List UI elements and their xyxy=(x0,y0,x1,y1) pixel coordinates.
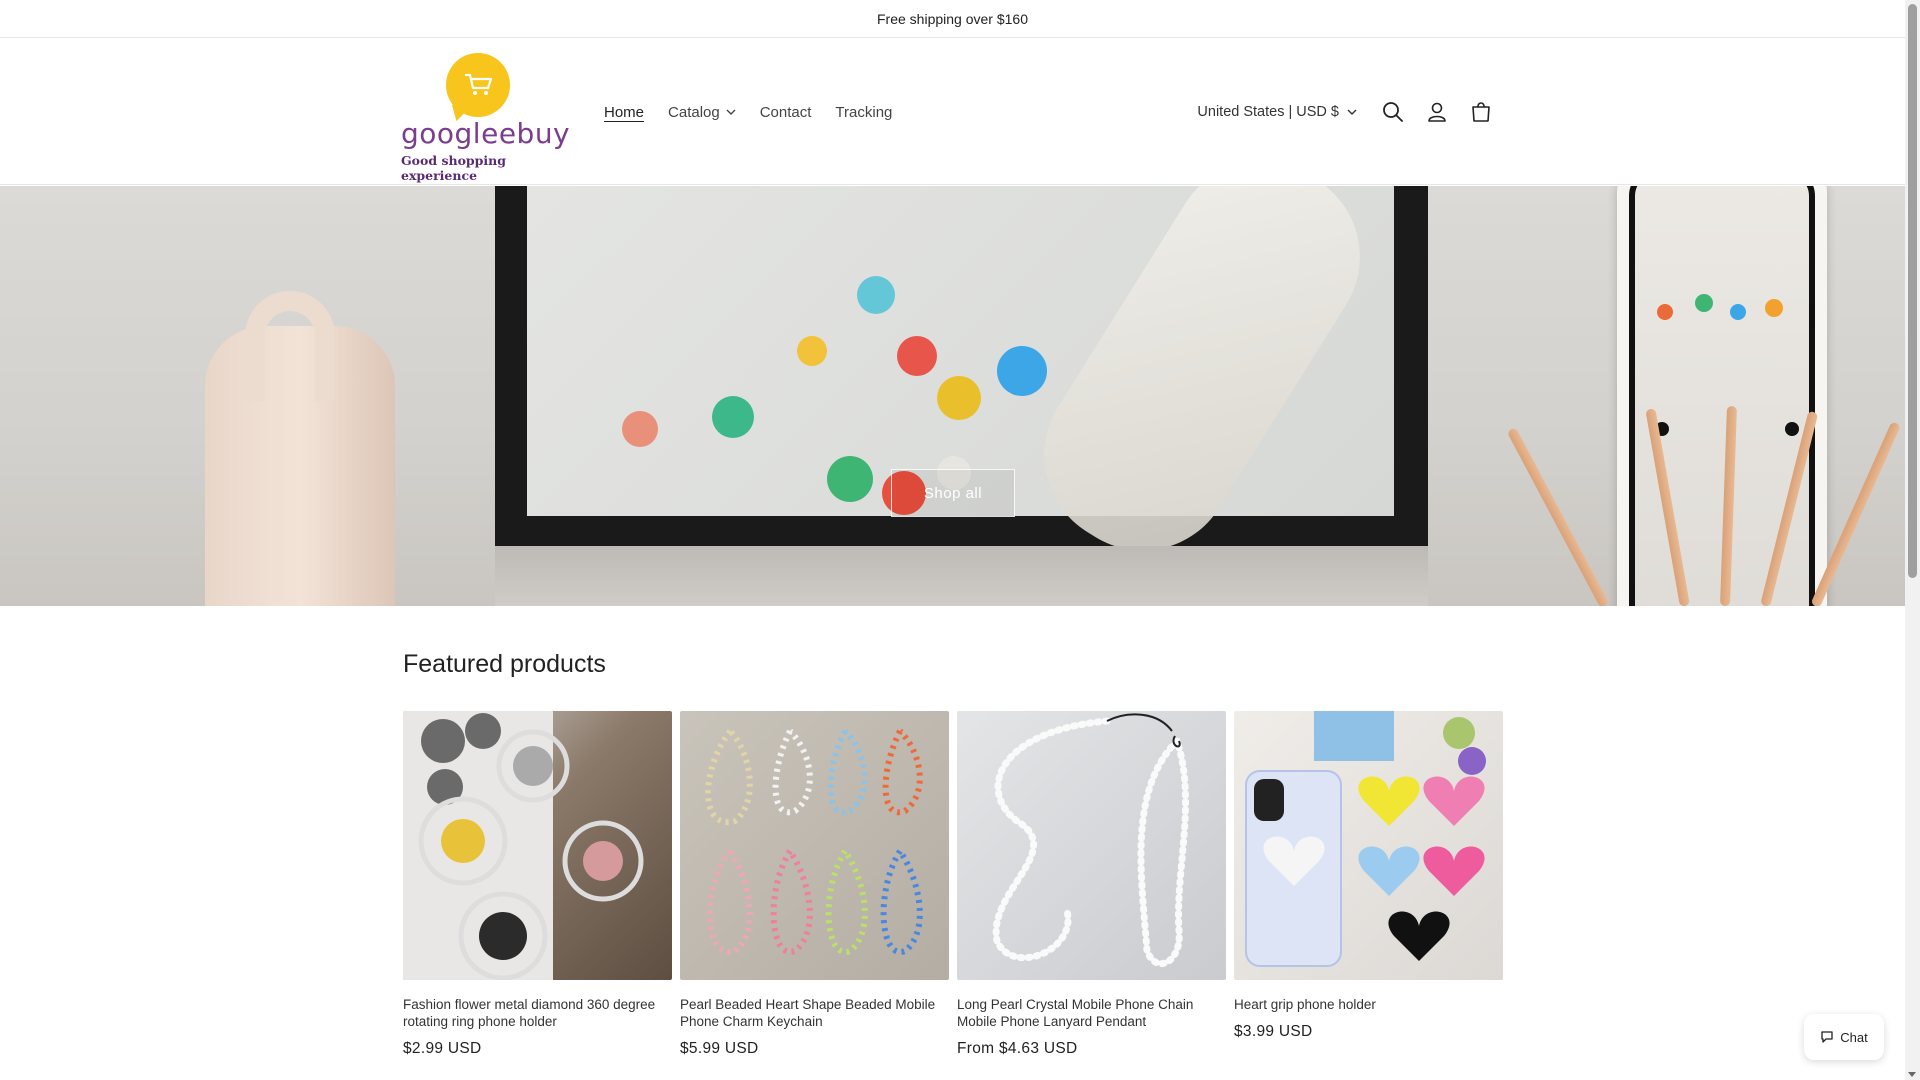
chat-bubble-icon xyxy=(1821,1031,1833,1043)
site-header: googleebuy Good shopping experience Home… xyxy=(0,39,1905,185)
locale-selector[interactable]: United States | USD $ xyxy=(1197,104,1357,120)
cart-button[interactable] xyxy=(1459,90,1503,134)
hero-pencil xyxy=(1506,427,1610,606)
chat-label: Chat xyxy=(1840,1029,1868,1045)
hero-bead xyxy=(997,346,1047,396)
hero-pencil xyxy=(1810,421,1901,606)
product-image[interactable] xyxy=(957,711,1226,980)
hero-bead xyxy=(1730,304,1746,320)
hero-monitor-stand xyxy=(495,546,1428,606)
header-utilities: United States | USD $ xyxy=(1197,39,1503,185)
product-price: $2.99 USD xyxy=(403,1040,482,1057)
product-title[interactable]: Heart grip phone holder xyxy=(1234,996,1503,1013)
hero-bead xyxy=(827,456,873,502)
product-price: From $4.63 USD xyxy=(957,1040,1078,1057)
product-photo xyxy=(403,711,644,980)
hero-pencil xyxy=(1645,408,1690,606)
scroll-down-arrow-icon[interactable] xyxy=(1908,1072,1916,1077)
hero-bead xyxy=(622,411,658,447)
nav-label: Tracking xyxy=(835,103,893,121)
announcement-bar: Free shipping over $160 xyxy=(0,0,1905,38)
search-icon xyxy=(1383,102,1403,122)
product-image[interactable] xyxy=(680,711,949,980)
account-button[interactable] xyxy=(1415,90,1459,134)
announcement-text: Free shipping over $160 xyxy=(877,10,1028,27)
product-title[interactable]: Fashion flower metal diamond 360 degree … xyxy=(403,996,672,1030)
featured-section: Featured products xyxy=(403,650,1503,679)
hero-strap xyxy=(1010,186,1394,585)
product-photo xyxy=(992,713,1190,967)
nav-item-catalog[interactable]: Catalog xyxy=(656,104,748,121)
nav-label: Home xyxy=(604,103,645,121)
logo-wordmark: googleebuy xyxy=(401,117,571,150)
product-image[interactable] xyxy=(403,711,672,980)
product-price: $3.99 USD xyxy=(1234,1023,1313,1040)
hero-bead xyxy=(1765,299,1783,317)
nav-label: Catalog xyxy=(668,103,720,121)
hero-bead xyxy=(797,336,827,366)
nav-item-tracking[interactable]: Tracking xyxy=(823,104,904,121)
product-title[interactable]: Pearl Beaded Heart Shape Beaded Mobile P… xyxy=(680,996,949,1030)
hero-banner: Shop all xyxy=(0,186,1905,606)
product-card[interactable]: Heart grip phone holder $3.99 USD xyxy=(1234,711,1503,1058)
hero-vase-handle xyxy=(245,291,335,401)
hero-bead xyxy=(1657,304,1673,320)
main-nav: Home Catalog Contact Tracking xyxy=(592,39,904,185)
chat-button[interactable]: Chat xyxy=(1804,1014,1884,1060)
nav-item-home[interactable]: Home xyxy=(592,104,656,121)
product-photo xyxy=(1245,711,1486,967)
scrollbar-thumb[interactable] xyxy=(1908,4,1917,578)
hero-bead xyxy=(937,376,981,420)
hero-pencil xyxy=(1720,405,1737,606)
product-photo xyxy=(705,728,923,955)
product-image[interactable] xyxy=(1234,711,1503,980)
shop-all-button[interactable]: Shop all xyxy=(891,469,1015,517)
logo-cart-icon xyxy=(464,73,493,95)
chevron-down-icon xyxy=(1347,109,1357,115)
nav-label: Contact xyxy=(759,103,812,121)
chevron-down-icon xyxy=(726,109,736,115)
account-icon xyxy=(1428,102,1446,122)
hero-pencil xyxy=(1760,410,1819,606)
hero-monitor xyxy=(495,186,1827,606)
logo[interactable]: googleebuy Good shopping experience xyxy=(401,53,570,183)
product-grid: Fashion flower metal diamond 360 degree … xyxy=(403,711,1503,1058)
hero-pencils xyxy=(1506,405,1901,606)
product-title[interactable]: Long Pearl Crystal Mobile Phone Chain Mo… xyxy=(957,996,1226,1030)
logo-tagline: Good shopping experience xyxy=(401,153,506,183)
search-button[interactable] xyxy=(1371,90,1415,134)
hero-bead xyxy=(1695,294,1713,312)
hero-bead xyxy=(897,336,937,376)
cart-icon xyxy=(1472,102,1490,122)
page-scrollbar[interactable] xyxy=(1905,0,1920,1080)
nav-item-contact[interactable]: Contact xyxy=(748,104,824,121)
hero-bead xyxy=(857,276,895,314)
hero-screen xyxy=(527,186,1827,606)
locale-label: United States | USD $ xyxy=(1197,104,1339,120)
product-price: $5.99 USD xyxy=(680,1040,759,1057)
section-title: Featured products xyxy=(403,650,606,678)
product-card[interactable]: Fashion flower metal diamond 360 degree … xyxy=(403,711,672,1058)
product-card[interactable]: Pearl Beaded Heart Shape Beaded Mobile P… xyxy=(680,711,949,1058)
product-card[interactable]: Long Pearl Crystal Mobile Phone Chain Mo… xyxy=(957,711,1226,1058)
hero-bead xyxy=(712,396,754,438)
